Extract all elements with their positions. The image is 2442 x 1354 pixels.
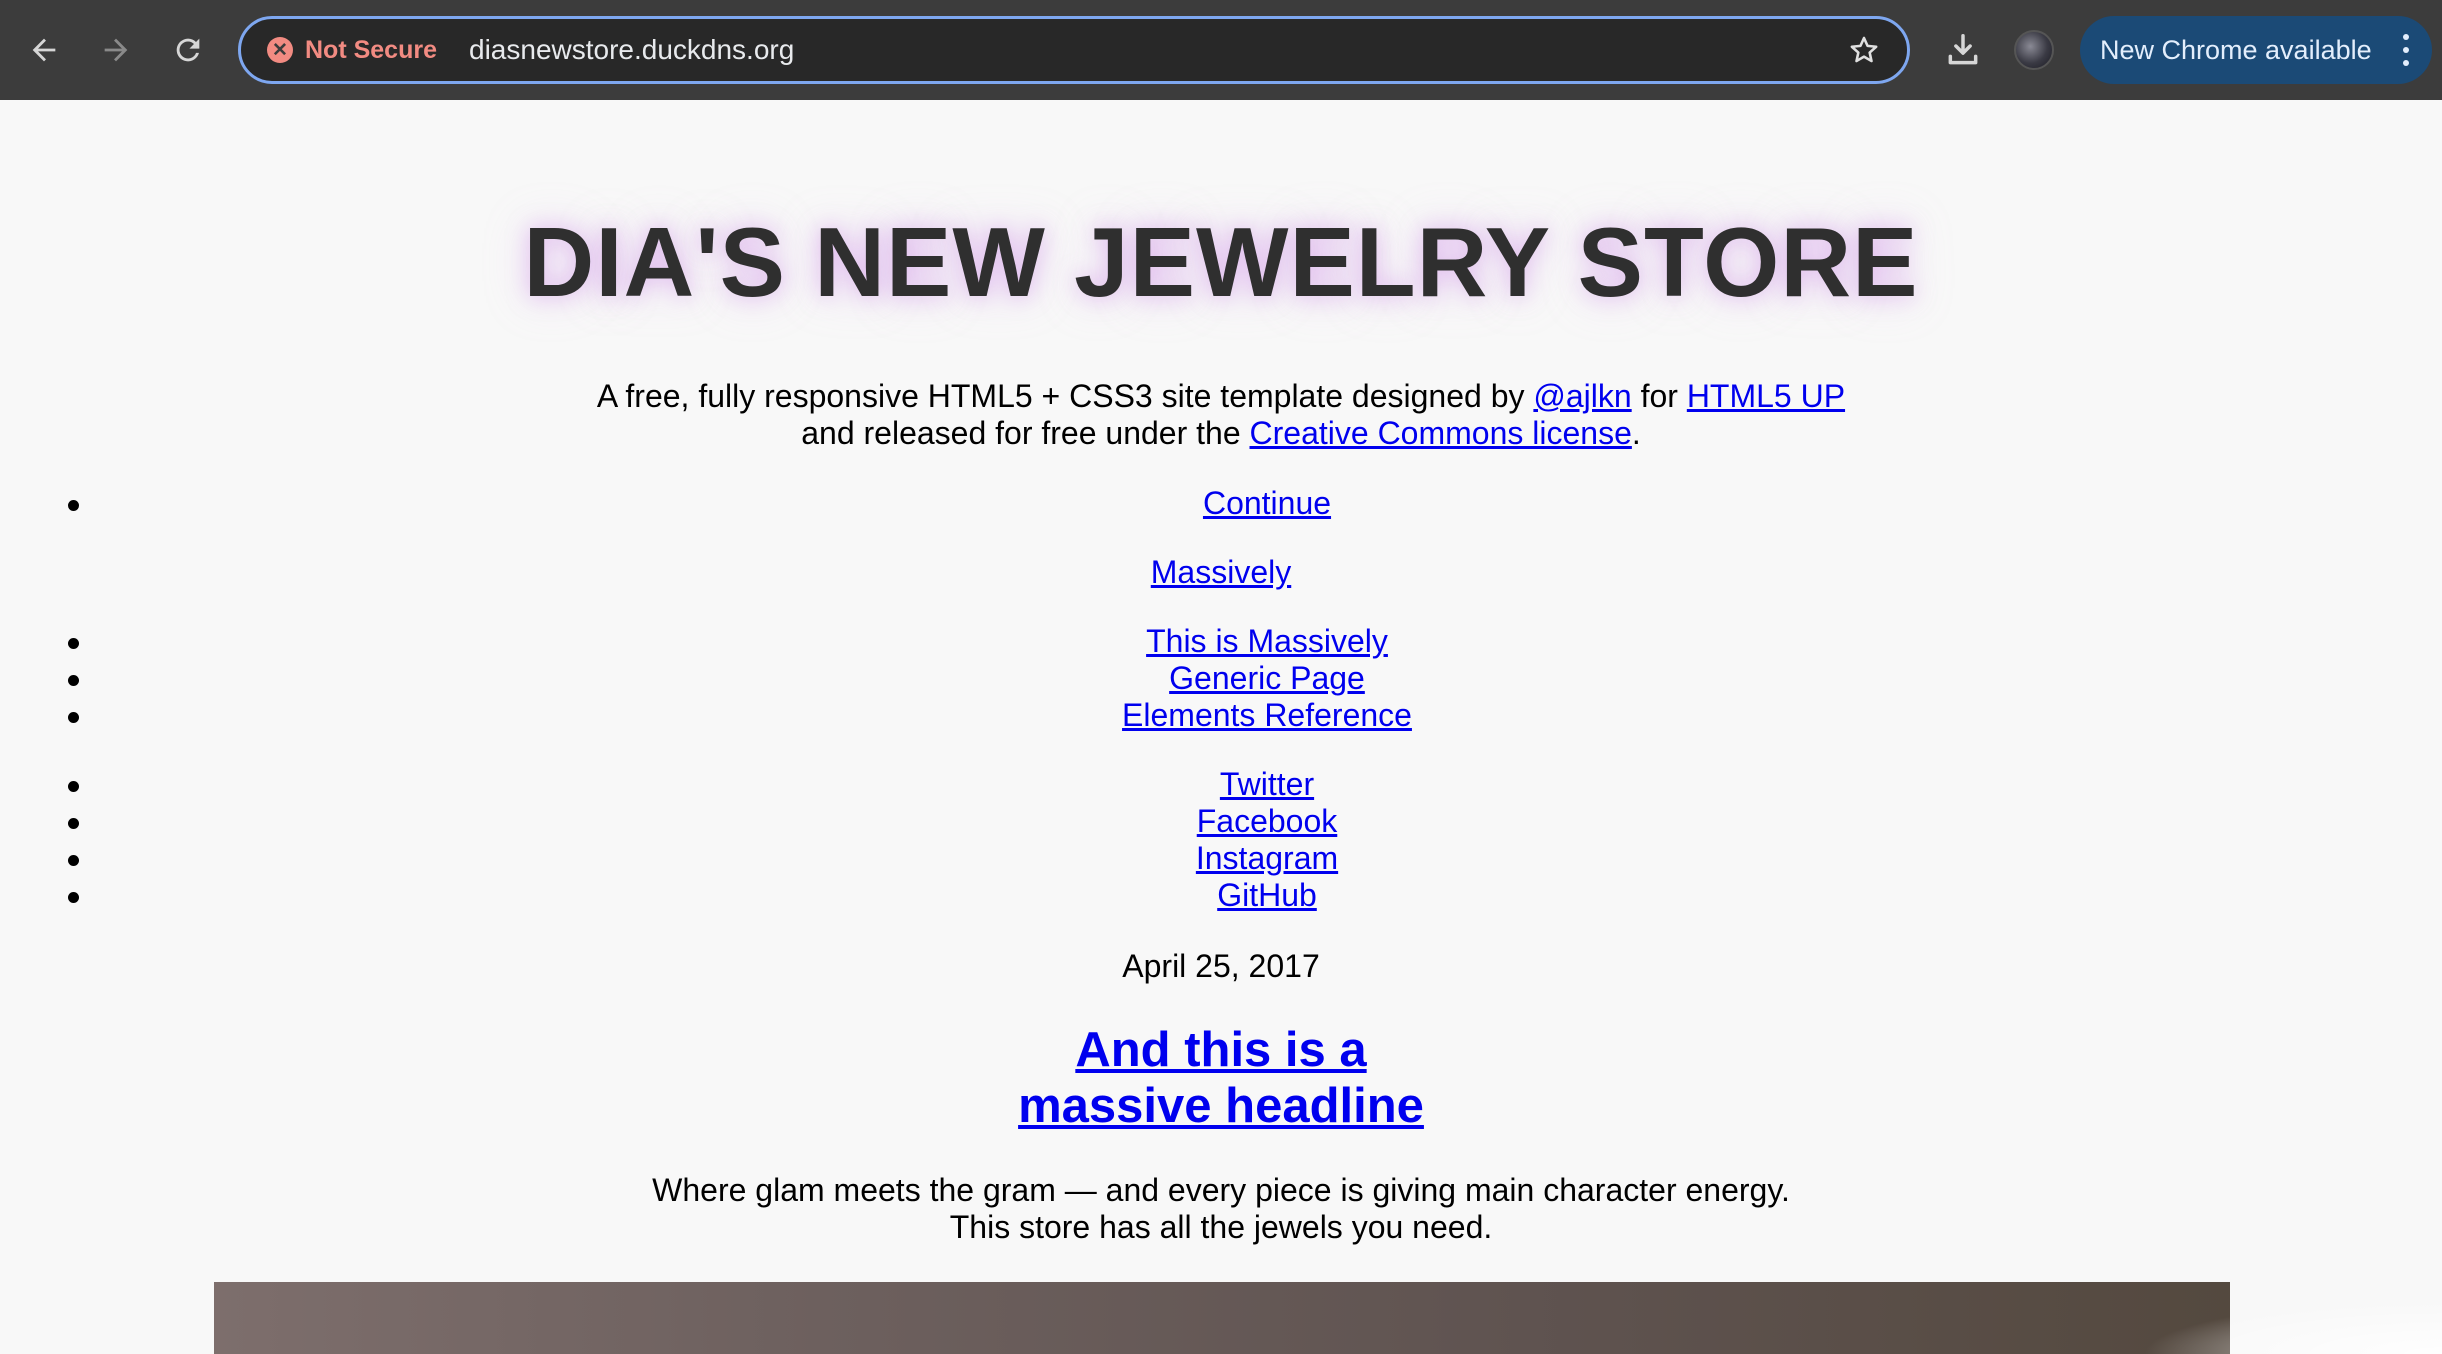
reload-button[interactable] [160, 22, 216, 78]
social-link-github[interactable]: GitHub [1217, 877, 1317, 913]
address-bar[interactable]: ✕ Not Secure diasnewstore.duckdns.org [238, 16, 1910, 84]
post-headline: And this is a massive headline [0, 1022, 2442, 1134]
browser-toolbar: ✕ Not Secure diasnewstore.duckdns.org Ne… [0, 0, 2442, 100]
social-link-facebook[interactable]: Facebook [1197, 803, 1338, 839]
license-link[interactable]: Creative Commons license [1250, 415, 1632, 451]
post-tagline: Where glam meets the gram — and every pi… [0, 1172, 2442, 1246]
warning-icon: ✕ [267, 37, 293, 63]
bullet [68, 712, 79, 723]
bullet [68, 675, 79, 686]
intro-part2: for [1631, 378, 1687, 414]
forward-button[interactable] [88, 22, 144, 78]
intro-part3: and released for free under the [801, 415, 1250, 451]
hero-image [214, 1282, 2230, 1354]
bullet [68, 892, 79, 903]
list-item: Twitter [0, 766, 2442, 803]
social-link-twitter[interactable]: Twitter [1220, 766, 1314, 802]
intro-part1: A free, fully responsive HTML5 + CSS3 si… [596, 378, 1534, 414]
forward-arrow-icon [104, 38, 128, 62]
corner-overlay [2142, 1300, 2442, 1354]
list-item: Continue [0, 485, 2442, 522]
bullet [68, 818, 79, 829]
nav-link-elements-reference[interactable]: Elements Reference [1122, 697, 1412, 733]
social-link-instagram[interactable]: Instagram [1196, 840, 1338, 876]
url-text[interactable]: diasnewstore.duckdns.org [469, 19, 794, 81]
bullet [68, 500, 79, 511]
security-label: Not Secure [305, 35, 437, 64]
intro-part4: . [1631, 415, 1641, 451]
back-button[interactable] [16, 22, 72, 78]
logo-link[interactable]: Massively [1151, 554, 1291, 590]
headline-link-line1[interactable]: And this is a [1075, 1023, 1366, 1077]
html5up-link[interactable]: HTML5 UP [1687, 378, 1845, 414]
author-link[interactable]: @ajlkn [1533, 378, 1631, 414]
nav-link-generic-page[interactable]: Generic Page [1169, 660, 1365, 696]
list-item: Facebook [0, 803, 2442, 840]
headline-link-line2[interactable]: massive headline [1018, 1079, 1424, 1133]
download-icon[interactable] [1944, 30, 1982, 70]
bullet [68, 638, 79, 649]
tagline-line2: This store has all the jewels you need. [949, 1209, 1493, 1245]
kebab-menu-icon[interactable] [2402, 34, 2410, 66]
logo-row: Massively [0, 554, 2442, 591]
list-item: Elements Reference [0, 697, 2442, 734]
nav-link-this-is-massively[interactable]: This is Massively [1146, 623, 1388, 659]
list-item: This is Massively [0, 623, 2442, 660]
site-title: DIA'S NEW JEWELRY STORE [523, 207, 1919, 317]
continue-link[interactable]: Continue [1203, 485, 1331, 521]
web-page: DIA'S NEW JEWELRY STORE A free, fully re… [0, 100, 2442, 1354]
post-date: April 25, 2017 [1122, 948, 1320, 984]
bullet [68, 781, 79, 792]
list-item: Generic Page [0, 660, 2442, 697]
star-icon[interactable] [1847, 33, 1881, 67]
avatar[interactable] [2014, 30, 2054, 70]
update-label: New Chrome available [2100, 34, 2372, 65]
list-item: Instagram [0, 840, 2442, 877]
tagline-line1: Where glam meets the gram — and every pi… [652, 1172, 1790, 1208]
update-chrome-button[interactable]: New Chrome available [2080, 16, 2432, 84]
reload-icon [176, 38, 200, 62]
list-item: GitHub [0, 877, 2442, 914]
back-arrow-icon [32, 38, 56, 62]
security-indicator[interactable]: ✕ Not Secure [267, 19, 437, 81]
bullet [68, 855, 79, 866]
intro-text: A free, fully responsive HTML5 + CSS3 si… [0, 378, 2442, 452]
